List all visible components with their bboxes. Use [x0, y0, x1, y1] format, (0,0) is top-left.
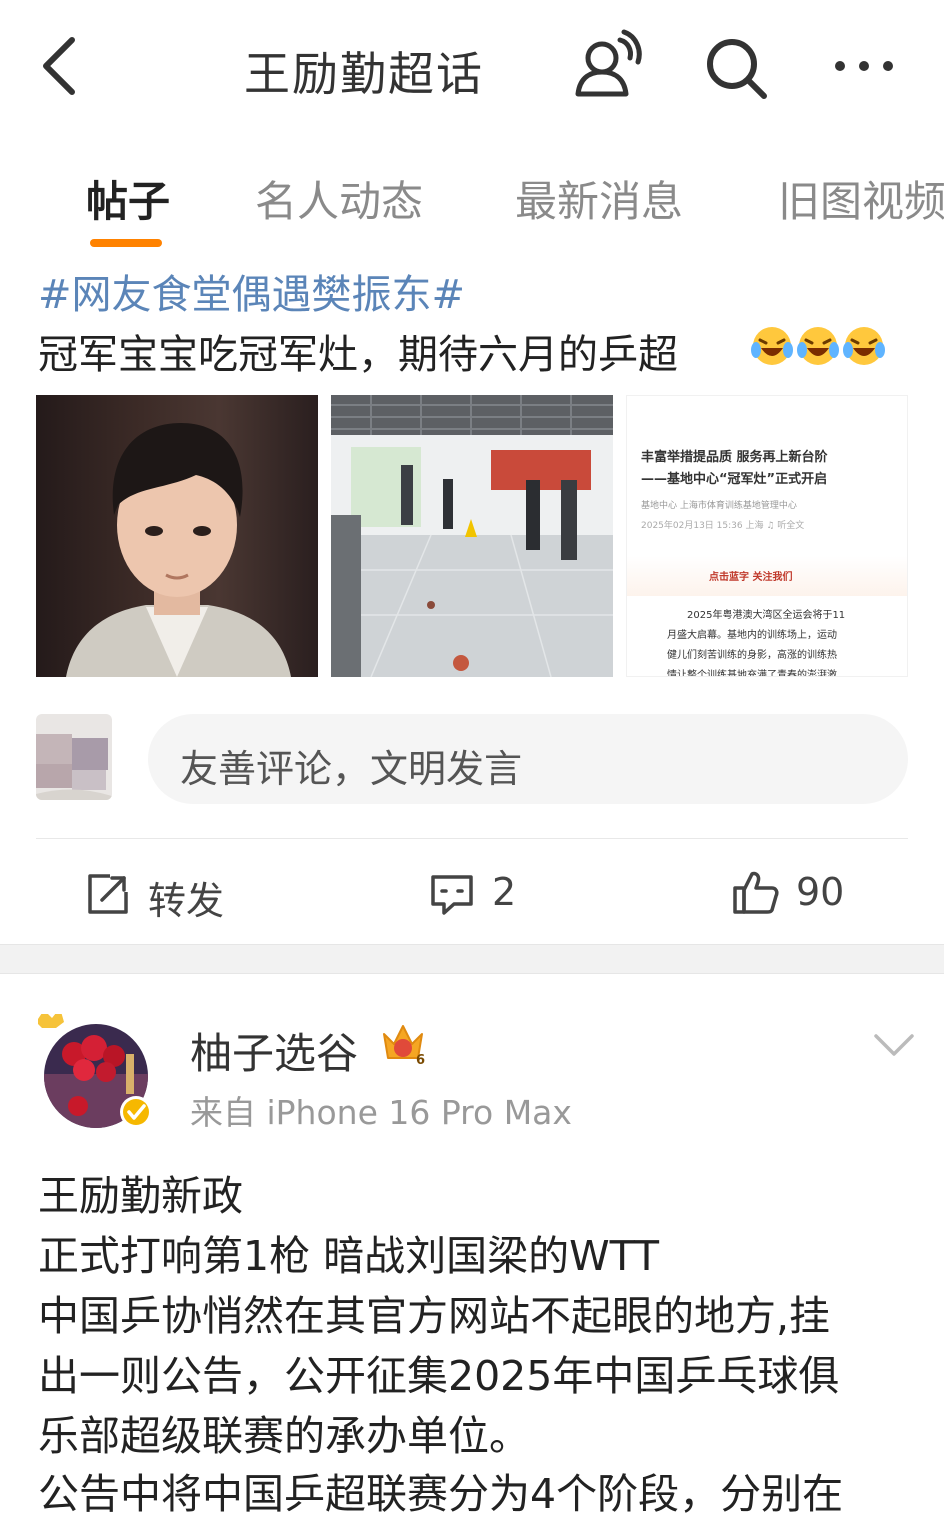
tab-latest-news[interactable]: 最新消息: [515, 168, 683, 229]
repost-icon[interactable]: [86, 872, 130, 916]
more-icon[interactable]: [828, 46, 900, 86]
post-image-article[interactable]: 丰富举措提品质 服务再上新台阶 ——基地中心“冠军灶”正式开启 基地中心 上海市…: [626, 395, 908, 677]
tab-posts[interactable]: 帖子: [86, 168, 170, 229]
crying-laughing-emoji-icon: [751, 327, 793, 365]
comment-count[interactable]: 2: [492, 870, 516, 914]
crown-badge-icon: 6: [383, 1025, 425, 1068]
post-body-line: 中国乒协悄然在其官方网站不起眼的地方,挂: [38, 1292, 831, 1340]
people-icon[interactable]: [570, 28, 646, 104]
divider: [36, 838, 908, 839]
my-avatar: [36, 714, 112, 800]
hashtag-link[interactable]: #网友食堂偶遇樊振东#: [38, 262, 465, 320]
active-tab-indicator: [90, 239, 162, 247]
repost-button[interactable]: 转发: [148, 870, 224, 925]
crying-laughing-emoji-icon: [843, 327, 885, 365]
post-image-portrait[interactable]: [36, 395, 318, 677]
post-body-line: 乐部超级联赛的承办单位。: [38, 1412, 530, 1460]
article-paragraph: 月盛大启幕。基地内的训练场上，运动: [667, 630, 837, 641]
article-paragraph: 情让整个训练基地充满了青春的澎湃激: [667, 670, 837, 677]
article-meta: 2025年02月13日 15:36 上海 ♫ 听全文: [641, 521, 805, 531]
article-paragraph: 2025年粤港澳大湾区全运会将于11: [687, 610, 846, 621]
post-body-line: 公告中将中国乒超联赛分为4个阶段，分别在: [38, 1470, 844, 1518]
like-icon[interactable]: [732, 868, 780, 916]
comment-icon[interactable]: [430, 872, 474, 916]
like-count[interactable]: 90: [796, 870, 844, 914]
search-icon[interactable]: [700, 32, 772, 104]
badge-level: 6: [416, 1053, 425, 1068]
user-avatar[interactable]: [36, 1008, 154, 1130]
crying-laughing-emoji-icon: [797, 327, 839, 365]
page-title: 王励勤超话: [244, 47, 484, 101]
post-image-canteen[interactable]: [331, 395, 613, 677]
post-separator: [0, 944, 944, 974]
username[interactable]: 柚子选谷: [190, 1020, 358, 1081]
post-body-line: 王励勤新政: [38, 1172, 243, 1220]
post-body-line: 出一则公告，公开征集2025年中国乒乓球俱: [38, 1352, 840, 1400]
post-text: 冠军宝宝吃冠军灶，期待六月的乒超: [38, 332, 678, 378]
chevron-down-icon[interactable]: [870, 1026, 918, 1066]
post-source: 来自 iPhone 16 Pro Max: [190, 1093, 572, 1132]
tab-celebrity-updates[interactable]: 名人动态: [255, 168, 423, 229]
article-meta: 基地中心 上海市体育训练基地管理中心: [641, 501, 797, 511]
post-body-line: 正式打响第1枪 暗战刘国梁的WTT: [38, 1232, 660, 1280]
article-paragraph: 健儿们刻苦训练的身影，高涨的训练热: [667, 650, 837, 661]
article-title-line: 丰富举措提品质 服务再上新台阶: [641, 450, 828, 465]
article-title-line: ——基地中心“冠军灶”正式开启: [641, 472, 828, 487]
comment-placeholder: 友善评论，文明发言: [180, 747, 523, 791]
tab-old-photos-videos[interactable]: 旧图视频: [778, 168, 944, 229]
article-follow-banner: 点击蓝字 关注我们: [709, 572, 793, 583]
